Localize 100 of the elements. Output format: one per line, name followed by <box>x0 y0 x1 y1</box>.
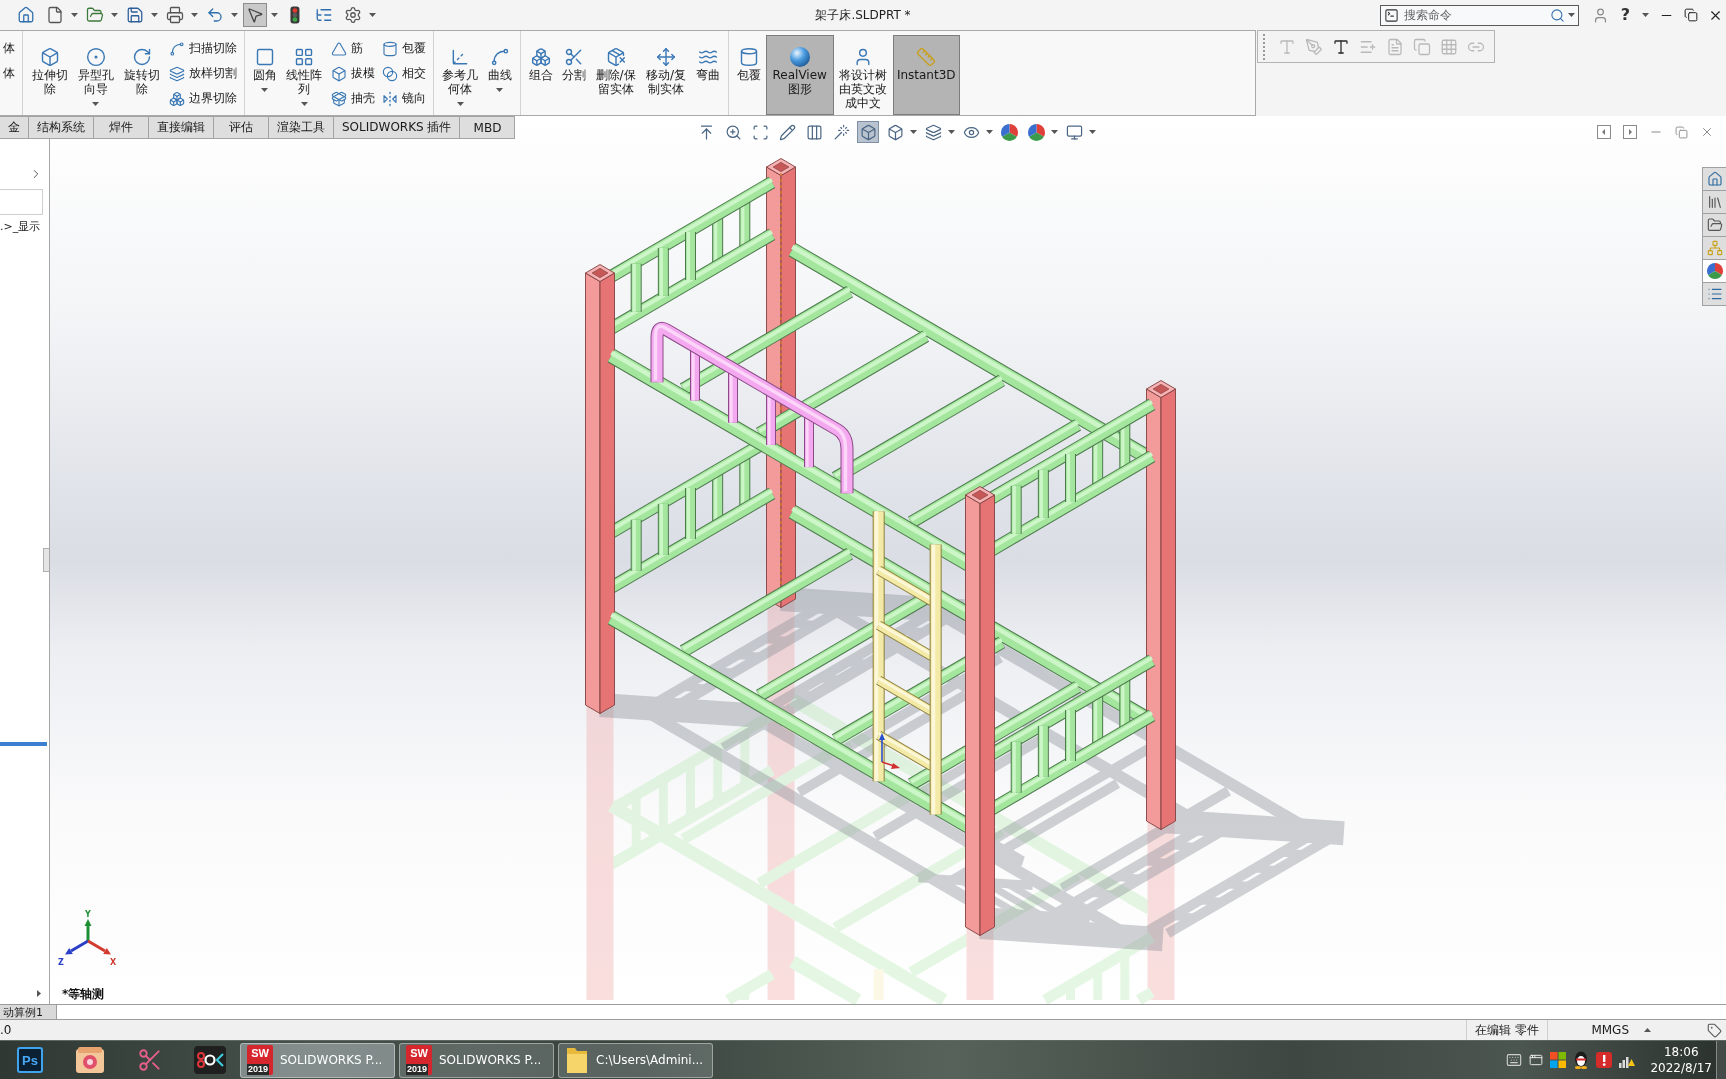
command-button[interactable]: 包覆 <box>732 35 765 115</box>
command-tab[interactable]: 直接编辑 <box>149 116 214 139</box>
caret-icon[interactable] <box>369 13 376 17</box>
photo-album-icon[interactable] <box>76 1047 104 1073</box>
color-ball-icon <box>1027 123 1045 141</box>
command-button[interactable]: 弯曲 <box>691 35 724 115</box>
caret-up-icon[interactable] <box>1644 1028 1651 1032</box>
study-tab[interactable]: 动算例1 <box>0 1005 57 1019</box>
command-button[interactable]: 镜向 <box>378 86 429 111</box>
command-button[interactable]: 组合 <box>524 35 557 115</box>
task-pane-tab[interactable] <box>1702 167 1726 191</box>
taskbar-button[interactable]: C:\Users\Admini... <box>558 1042 713 1078</box>
splitter-handle[interactable] <box>43 548 49 572</box>
command-tab[interactable]: 结构系统 <box>29 116 94 139</box>
caret-icon[interactable] <box>986 130 993 134</box>
mirror-icon <box>381 90 398 107</box>
caret-icon[interactable] <box>261 88 269 92</box>
caret-icon[interactable] <box>92 102 100 106</box>
command-button[interactable]: 筋 <box>327 36 378 61</box>
command-button[interactable]: 相交 <box>378 61 429 86</box>
command-button[interactable]: 分割 <box>557 35 590 115</box>
open-folder-icon <box>86 6 104 24</box>
caret-icon[interactable] <box>191 13 198 17</box>
tree-item[interactable]: .>_显示 <box>0 219 49 235</box>
house-icon <box>17 6 35 24</box>
command-button[interactable]: 边界切除 <box>165 86 240 111</box>
search-field[interactable]: 搜索命令 <box>1379 4 1579 26</box>
command-button[interactable]: RealView图形 <box>765 35 834 115</box>
view-tool-button[interactable] <box>998 121 1020 143</box>
command-tab[interactable]: 渲染工具 <box>269 116 334 139</box>
right-arrow-box-icon[interactable] <box>1623 125 1637 139</box>
task-pane-tab[interactable] <box>1702 282 1726 306</box>
command-button[interactable]: 参考几何体 <box>437 35 483 115</box>
keyboard-icon[interactable] <box>1506 1052 1523 1068</box>
command-button[interactable]: 体 <box>0 61 18 86</box>
help-button[interactable]: ? <box>1618 6 1632 24</box>
command-tab[interactable]: 评估 <box>214 116 269 139</box>
command-button[interactable]: 删除/保留实体 <box>590 35 641 115</box>
caret-icon[interactable] <box>496 88 504 92</box>
command-button[interactable]: 拔模 <box>327 61 378 86</box>
command-button[interactable]: 扫描切除 <box>165 36 240 61</box>
caret-icon[interactable] <box>300 102 308 106</box>
filter-field[interactable] <box>0 189 43 215</box>
command-button[interactable]: 旋转切除 <box>119 35 165 115</box>
command-button[interactable]: 放样切割 <box>165 61 240 86</box>
select-button[interactable] <box>243 3 267 27</box>
caret-icon[interactable] <box>231 13 238 17</box>
caret-icon[interactable] <box>151 13 158 17</box>
command-button[interactable]: 圆角 <box>248 35 281 115</box>
taskbar-button[interactable]: SW 2019 SOLIDWORKS P... <box>240 1042 395 1078</box>
boxes-icon <box>168 90 185 107</box>
command-tab[interactable]: MBD <box>460 116 516 139</box>
command-button[interactable]: 线性阵列 <box>281 35 327 115</box>
task-pane-tab[interactable] <box>1702 259 1726 283</box>
window-icon[interactable] <box>1529 1053 1544 1067</box>
caret-icon[interactable] <box>910 130 917 134</box>
caret-icon[interactable] <box>1642 13 1649 17</box>
rings-logo-icon[interactable] <box>194 1046 226 1074</box>
caret-icon[interactable] <box>456 102 464 106</box>
search-icon[interactable] <box>1549 7 1565 23</box>
taskbar-button[interactable]: SW 2019 SOLIDWORKS P... <box>399 1042 554 1078</box>
command-tab[interactable]: SOLIDWORKS 插件 <box>334 116 461 139</box>
tag-icon[interactable] <box>1707 1022 1722 1038</box>
task-pane-tab[interactable] <box>1702 213 1726 237</box>
command-button[interactable]: 移动/复制实体 <box>641 35 691 115</box>
window-title: 架子床.SLDPRT * <box>815 6 911 24</box>
command-tab[interactable]: 金 <box>0 116 29 139</box>
app-button[interactable]: Ps <box>17 1047 43 1073</box>
caret-icon[interactable] <box>1051 130 1058 134</box>
caret-icon[interactable] <box>71 13 78 17</box>
command-button[interactable]: 体 <box>0 36 18 61</box>
caret-icon[interactable] <box>271 13 278 17</box>
command-tab[interactable]: 焊件 <box>94 116 149 139</box>
box-x-icon <box>605 47 626 67</box>
command-button[interactable]: 包覆 <box>378 36 429 61</box>
command-button[interactable]: Instant3D <box>892 35 960 115</box>
units-button[interactable]: MMGS <box>1591 1023 1651 1037</box>
caret-right-icon[interactable] <box>37 989 41 997</box>
logo-text: SW <box>410 1046 428 1061</box>
view-tool-button[interactable] <box>1025 121 1047 143</box>
left-arrow-box-icon[interactable] <box>1597 125 1611 139</box>
wand-icon <box>832 123 850 141</box>
caret-icon[interactable] <box>1567 13 1575 17</box>
command-button[interactable]: 将设计树由英文改成中文 <box>834 35 892 115</box>
command-button[interactable]: 异型孔向导 <box>73 35 119 115</box>
caret-icon[interactable] <box>111 13 118 17</box>
command-button[interactable]: 曲线 <box>483 35 516 115</box>
show-desktop-button[interactable] <box>1716 1040 1726 1079</box>
command-button[interactable]: 拉伸切除 <box>27 35 73 115</box>
view-tool-button[interactable] <box>857 121 879 143</box>
task-pane-tab[interactable] <box>1702 190 1726 214</box>
caret-icon[interactable] <box>948 130 955 134</box>
text-icon[interactable] <box>1332 37 1350 56</box>
four-squares-icon[interactable] <box>1550 1052 1567 1068</box>
penguin-icon[interactable] <box>1573 1051 1590 1069</box>
command-button[interactable]: 抽壳 <box>327 86 378 111</box>
restore-icon[interactable] <box>1684 8 1698 22</box>
scissors-icon[interactable] <box>137 1047 163 1073</box>
alert-icon[interactable] <box>1596 1052 1613 1068</box>
caret-icon[interactable] <box>1089 130 1096 134</box>
